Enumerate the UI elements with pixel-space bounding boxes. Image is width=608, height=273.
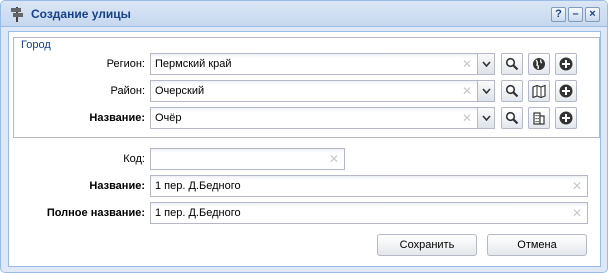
minimize-button[interactable]: – bbox=[568, 7, 583, 22]
region-add-icon[interactable] bbox=[555, 53, 577, 75]
save-button[interactable]: Сохранить bbox=[377, 234, 477, 256]
region-search-icon[interactable] bbox=[501, 53, 523, 75]
city-dropdown-arrow-icon[interactable] bbox=[478, 107, 495, 129]
region-value: Пермский край bbox=[155, 58, 232, 70]
full-name-value: 1 пер. Д.Бедного bbox=[155, 207, 241, 219]
code-label: Код: bbox=[123, 153, 145, 165]
district-dropdown-arrow-icon[interactable] bbox=[478, 80, 495, 102]
clear-icon[interactable]: ✕ bbox=[572, 206, 582, 220]
city-add-icon[interactable] bbox=[555, 107, 577, 129]
region-combo[interactable]: Пермский край ✕ bbox=[150, 53, 478, 75]
city-name-label: Название: bbox=[89, 112, 145, 124]
clear-icon[interactable]: ✕ bbox=[462, 84, 472, 98]
globe-icon[interactable] bbox=[528, 53, 550, 75]
district-combo[interactable]: Очерский ✕ bbox=[150, 80, 478, 102]
street-name-value: 1 пер. Д.Бедного bbox=[155, 180, 241, 192]
full-name-field[interactable]: 1 пер. Д.Бедного ✕ bbox=[150, 202, 588, 224]
city-name-combo[interactable]: Очёр ✕ bbox=[150, 107, 478, 129]
district-value: Очерский bbox=[155, 85, 205, 97]
district-search-icon[interactable] bbox=[501, 80, 523, 102]
code-field[interactable]: ✕ bbox=[150, 148, 345, 170]
city-name-value: Очёр bbox=[155, 112, 182, 124]
clear-icon[interactable]: ✕ bbox=[329, 152, 339, 166]
signpost-icon bbox=[10, 6, 24, 22]
help-button[interactable]: ? bbox=[551, 7, 566, 22]
clear-icon[interactable]: ✕ bbox=[572, 179, 582, 193]
district-add-icon[interactable] bbox=[555, 80, 577, 102]
window-title: Создание улицы bbox=[31, 7, 131, 21]
region-label: Регион: bbox=[106, 58, 145, 70]
region-dropdown-arrow-icon[interactable] bbox=[478, 53, 495, 75]
street-name-field[interactable]: 1 пер. Д.Бедного ✕ bbox=[150, 175, 588, 197]
full-name-label: Полное название: bbox=[46, 207, 145, 219]
window-titlebar[interactable]: Создание улицы ? – × bbox=[1, 1, 607, 27]
clear-icon[interactable]: ✕ bbox=[462, 57, 472, 71]
close-button[interactable]: × bbox=[585, 7, 600, 22]
city-search-icon[interactable] bbox=[501, 107, 523, 129]
district-label: Район: bbox=[110, 85, 145, 97]
map-icon[interactable] bbox=[528, 80, 550, 102]
city-legend: Город bbox=[18, 39, 54, 51]
clear-icon[interactable]: ✕ bbox=[462, 111, 472, 125]
building-icon[interactable] bbox=[528, 107, 550, 129]
street-name-label: Название: bbox=[89, 180, 145, 192]
cancel-button[interactable]: Отмена bbox=[487, 234, 587, 256]
